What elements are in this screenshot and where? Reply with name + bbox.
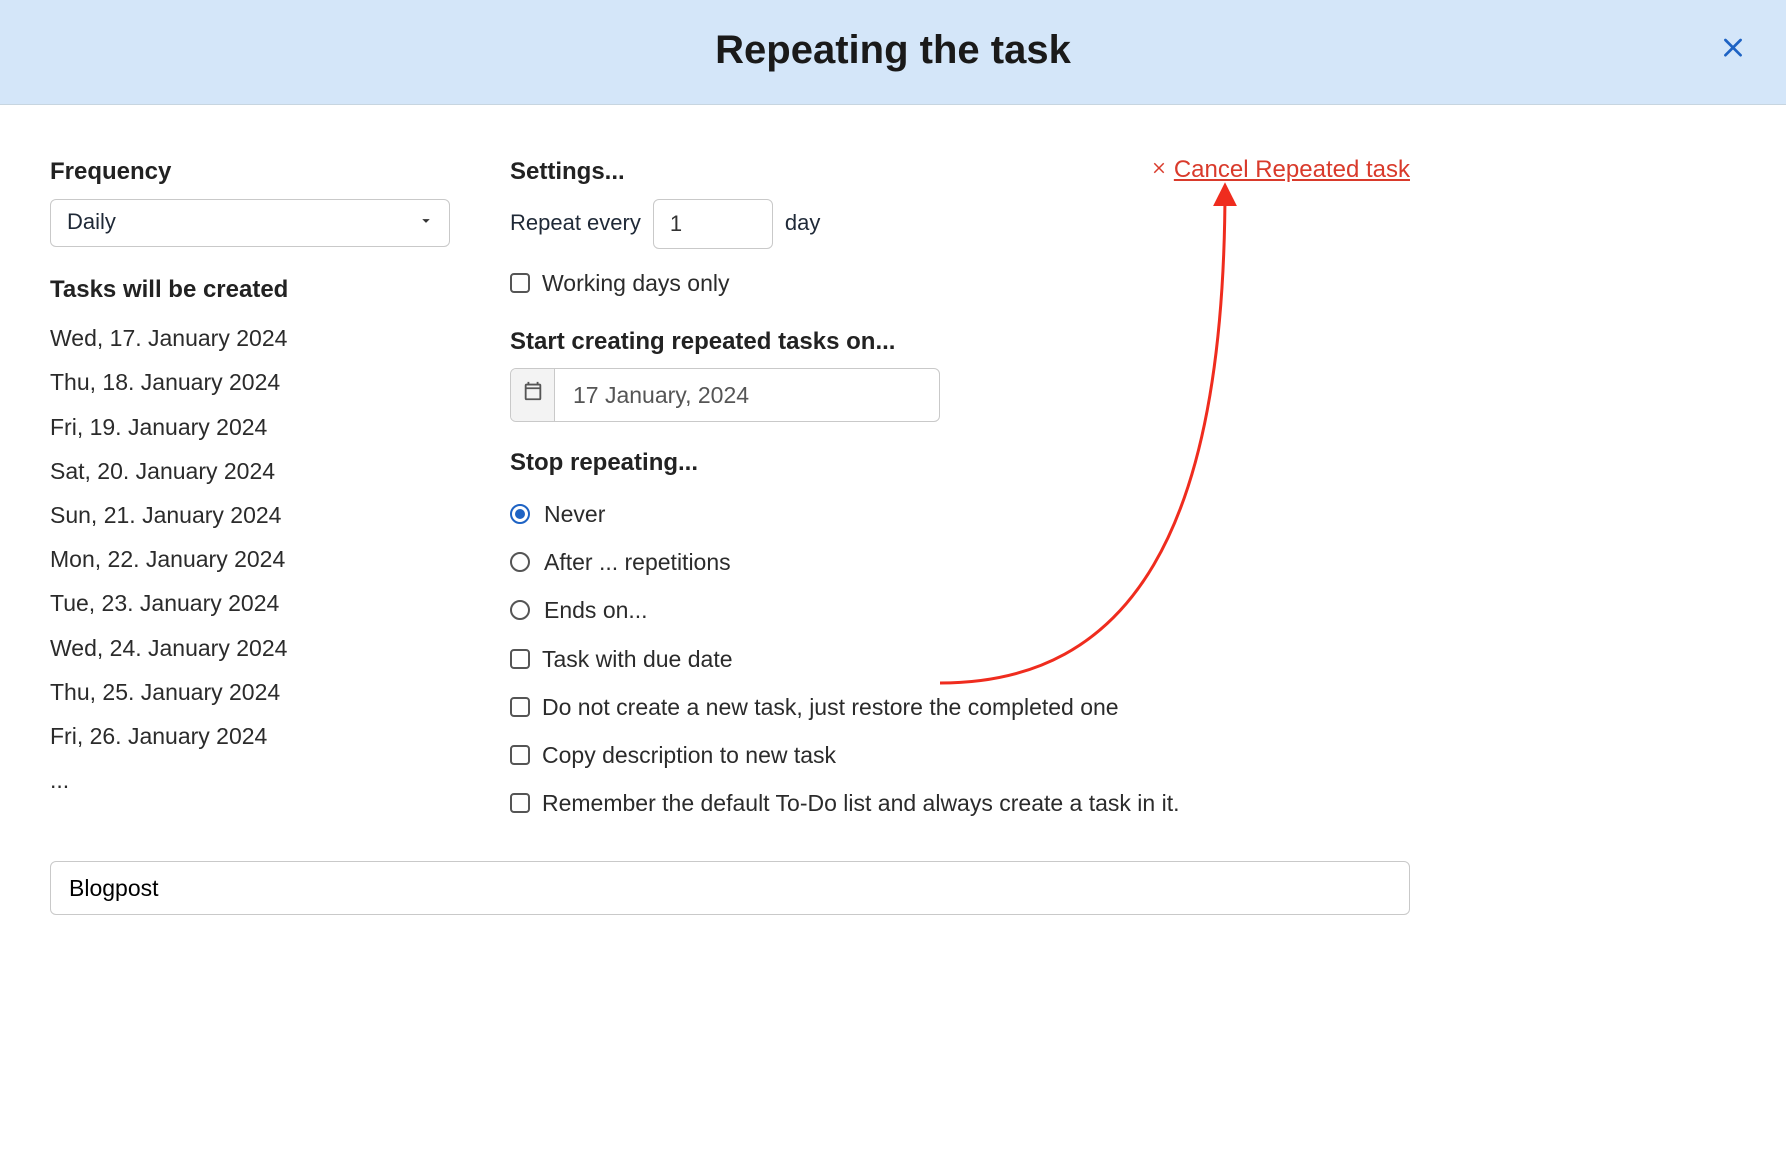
repeat-every-suffix: day xyxy=(785,208,820,239)
working-days-label: Working days only xyxy=(542,267,730,299)
close-button[interactable] xyxy=(1720,35,1746,70)
preview-label: Tasks will be created xyxy=(50,273,450,307)
start-date-label: Start creating repeated tasks on... xyxy=(510,325,1410,359)
frequency-value: Daily xyxy=(67,207,116,238)
preview-date-list: Wed, 17. January 2024 Thu, 18. January 2… xyxy=(50,316,450,802)
list-item: Wed, 24. January 2024 xyxy=(50,626,450,670)
frequency-column: Frequency Daily Tasks will be created We… xyxy=(50,155,450,827)
repeat-every-prefix: Repeat every xyxy=(510,208,641,239)
repeat-every-row: Repeat every day xyxy=(510,199,1410,249)
stop-repeating-label: Stop repeating... xyxy=(510,446,1410,480)
task-title-input[interactable] xyxy=(50,861,1410,915)
chevron-down-icon xyxy=(417,207,435,238)
copy-desc-label: Copy description to new task xyxy=(542,739,836,771)
calendar-icon xyxy=(522,380,544,411)
cancel-link-label: Cancel Repeated task xyxy=(1174,153,1410,187)
remember-list-label: Remember the default To-Do list and alwa… xyxy=(542,787,1180,819)
list-item: ... xyxy=(50,758,450,802)
list-item: Thu, 25. January 2024 xyxy=(50,670,450,714)
settings-column: Settings... Repeat every day Working day… xyxy=(510,155,1410,827)
start-date-value[interactable]: 17 January, 2024 xyxy=(555,369,939,421)
stop-never-label: Never xyxy=(544,498,605,530)
working-days-checkbox[interactable] xyxy=(510,273,530,293)
cancel-icon xyxy=(1150,153,1168,187)
start-date-input-group: 17 January, 2024 xyxy=(510,368,940,422)
stop-ends-on-label: Ends on... xyxy=(544,594,648,626)
frequency-label: Frequency xyxy=(50,155,450,189)
list-item: Fri, 26. January 2024 xyxy=(50,714,450,758)
list-item: Mon, 22. January 2024 xyxy=(50,537,450,581)
modal-title: Repeating the task xyxy=(715,22,1071,78)
due-date-checkbox[interactable] xyxy=(510,649,530,669)
repeat-every-input[interactable] xyxy=(653,199,773,249)
copy-desc-checkbox[interactable] xyxy=(510,745,530,765)
modal-header: Repeating the task xyxy=(0,0,1786,105)
stop-never-radio[interactable] xyxy=(510,504,530,524)
list-item: Thu, 18. January 2024 xyxy=(50,360,450,404)
list-item: Sun, 21. January 2024 xyxy=(50,493,450,537)
list-item: Sat, 20. January 2024 xyxy=(50,449,450,493)
close-icon xyxy=(1720,35,1746,70)
list-item: Fri, 19. January 2024 xyxy=(50,405,450,449)
restore-label: Do not create a new task, just restore t… xyxy=(542,691,1119,723)
list-item: Tue, 23. January 2024 xyxy=(50,581,450,625)
restore-checkbox[interactable] xyxy=(510,697,530,717)
stop-after-radio[interactable] xyxy=(510,552,530,572)
frequency-select[interactable]: Daily xyxy=(50,199,450,247)
stop-after-label: After ... repetitions xyxy=(544,546,731,578)
stop-ends-on-radio[interactable] xyxy=(510,600,530,620)
cancel-repeated-task-link[interactable]: Cancel Repeated task xyxy=(1150,153,1410,187)
calendar-button[interactable] xyxy=(511,369,555,421)
modal-body: Cancel Repeated task Frequency Daily Tas… xyxy=(0,105,1460,955)
due-date-label: Task with due date xyxy=(542,643,733,675)
list-item: Wed, 17. January 2024 xyxy=(50,316,450,360)
remember-list-checkbox[interactable] xyxy=(510,793,530,813)
